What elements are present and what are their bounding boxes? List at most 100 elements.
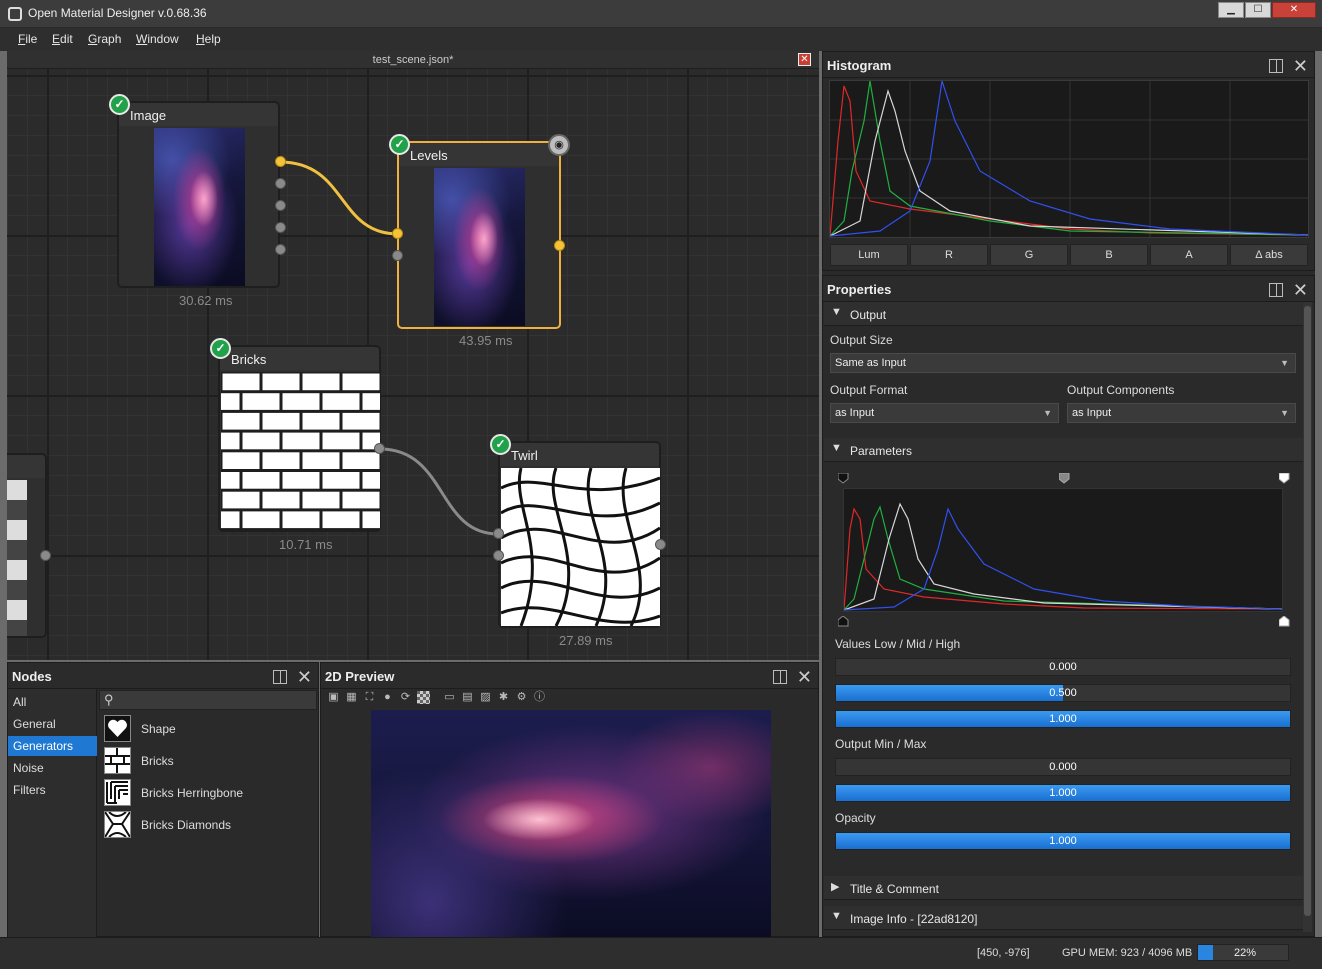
float-panel-icon[interactable] [772, 670, 787, 685]
levels-input-port-1[interactable] [392, 228, 403, 239]
twirl-output-port[interactable] [655, 539, 666, 550]
close-panel-icon[interactable]: ✕ [797, 668, 812, 686]
maximize-button[interactable]: ☐ [1245, 2, 1271, 18]
section-output[interactable]: ▼ Output [824, 302, 1304, 326]
node-title: Bricks [231, 352, 267, 367]
twirl-input-port-2[interactable] [493, 550, 504, 561]
category-general[interactable]: General [8, 714, 97, 734]
output-min-slider[interactable]: 0.000 [835, 758, 1291, 776]
node-search-input[interactable]: ⚲ [99, 690, 317, 710]
settings-icon[interactable]: ⚙ [515, 691, 528, 704]
output-low-handle[interactable] [838, 616, 849, 627]
levels-input-port-2[interactable] [392, 250, 403, 261]
gpu-memory-bar: 22% [1197, 944, 1289, 961]
offscreen-node[interactable] [7, 453, 47, 638]
category-all[interactable]: All [8, 692, 97, 712]
gpu-memory-bar-fill [1198, 945, 1213, 960]
menu-graph[interactable]: Graph [88, 32, 121, 46]
menu-help[interactable]: Help [196, 32, 221, 46]
twirl-pattern [501, 468, 660, 626]
image-icon[interactable]: ▤ [461, 691, 474, 704]
image-output-port-2[interactable] [275, 178, 286, 189]
channel-icon[interactable]: ● [381, 691, 394, 704]
high-handle[interactable] [1279, 473, 1290, 484]
levels-histogram [843, 488, 1283, 612]
output-components-select[interactable]: as Input ▼ [1067, 403, 1296, 423]
library-item-label: Bricks Diamonds [141, 818, 232, 832]
mid-value-slider[interactable]: 0.500 [835, 684, 1291, 702]
mid-handle[interactable] [1059, 473, 1070, 484]
bug-icon[interactable]: ✱ [497, 691, 510, 704]
category-filters[interactable]: Filters [8, 780, 97, 800]
close-window-button[interactable]: ✕ [1272, 2, 1316, 18]
properties-scrollbar[interactable] [1303, 302, 1312, 932]
image-output-port-3[interactable] [275, 200, 286, 211]
image-output-port-5[interactable] [275, 244, 286, 255]
offscreen-node-output-port[interactable] [40, 550, 51, 561]
bookmark-icon[interactable]: ▭ [443, 691, 456, 704]
image-output-port-1[interactable] [275, 156, 286, 167]
close-panel-icon[interactable]: ✕ [297, 668, 312, 686]
preview-panel-header: 2D Preview ✕ [321, 663, 818, 689]
menu-window[interactable]: Window [136, 32, 179, 46]
bricks-output-port[interactable] [374, 443, 385, 454]
float-panel-icon[interactable] [272, 670, 287, 685]
tab-r[interactable]: R [910, 244, 988, 266]
tab-delta-abs[interactable]: Δ abs [1230, 244, 1308, 266]
refresh-icon[interactable]: ⟳ [399, 691, 412, 704]
menu-file[interactable]: File [18, 32, 37, 46]
brick [242, 432, 280, 450]
low-value-slider[interactable]: 0.000 [835, 658, 1291, 676]
output-max-slider[interactable]: 1.000 [835, 784, 1291, 802]
output-high-handle[interactable] [1279, 616, 1290, 627]
properties-panel: Properties ✕ ▼ Output Output Size Same a… [822, 275, 1315, 937]
node-image[interactable]: Image [117, 101, 280, 288]
brick [221, 393, 240, 410]
close-panel-icon[interactable]: ✕ [1293, 281, 1308, 299]
low-handle[interactable] [838, 473, 849, 484]
brick [322, 393, 360, 410]
panel-title: 2D Preview [325, 669, 395, 684]
close-panel-icon[interactable]: ✕ [1293, 57, 1308, 75]
checker-icon[interactable] [417, 691, 430, 704]
chevron-down-icon: ▼ [1043, 408, 1052, 418]
status-ok-icon: ✓ [109, 94, 130, 115]
chevron-down-icon: ▼ [1280, 358, 1289, 368]
category-generators[interactable]: Generators [8, 736, 97, 756]
info-icon[interactable]: ⓘ [533, 691, 546, 704]
tab-b[interactable]: B [1070, 244, 1148, 266]
twirl-input-port-1[interactable] [493, 528, 504, 539]
brick [222, 373, 260, 391]
category-noise[interactable]: Noise [8, 758, 97, 778]
brick [221, 432, 240, 450]
section-title-comment[interactable]: ▶ Title & Comment [824, 876, 1304, 900]
menu-edit[interactable]: Edit [52, 32, 73, 46]
levels-output-port[interactable] [554, 240, 565, 251]
image-output-port-4[interactable] [275, 222, 286, 233]
output-format-select[interactable]: as Input ▼ [830, 403, 1059, 423]
search-icon: ⚲ [104, 692, 114, 707]
histogram-channel-tabs: Lum R G B A Δ abs [830, 244, 1310, 266]
section-parameters[interactable]: ▼ Parameters [824, 438, 1304, 462]
node-bricks[interactable]: Bricks [218, 345, 381, 532]
minimize-button[interactable]: ▁ [1218, 2, 1244, 18]
tab-a[interactable]: A [1150, 244, 1228, 266]
preview-image[interactable] [371, 710, 771, 938]
float-panel-icon[interactable] [1268, 59, 1283, 74]
section-image-info[interactable]: ▼ Image Info - [22ad8120] [824, 906, 1304, 930]
grid-icon[interactable]: ▦ [345, 691, 358, 704]
opacity-slider[interactable]: 1.000 [835, 832, 1291, 850]
eye-icon[interactable]: ◉ [548, 134, 570, 156]
section-title: Title & Comment [850, 882, 939, 896]
node-twirl[interactable]: Twirl [498, 441, 661, 628]
node-levels[interactable]: Levels [397, 141, 561, 329]
node-graph-canvas[interactable]: test_scene.json* ✕ Image ✓ 30.62 ms Leve… [7, 51, 819, 660]
high-value-slider[interactable]: 1.000 [835, 710, 1291, 728]
save-icon[interactable]: ▣ [327, 691, 340, 704]
tab-g[interactable]: G [990, 244, 1068, 266]
tab-lum[interactable]: Lum [830, 244, 908, 266]
float-panel-icon[interactable] [1268, 283, 1283, 298]
output-size-select[interactable]: Same as Input ▼ [830, 353, 1296, 373]
picture-icon[interactable]: ▨ [479, 691, 492, 704]
fit-icon[interactable]: ⛶ [363, 691, 376, 704]
